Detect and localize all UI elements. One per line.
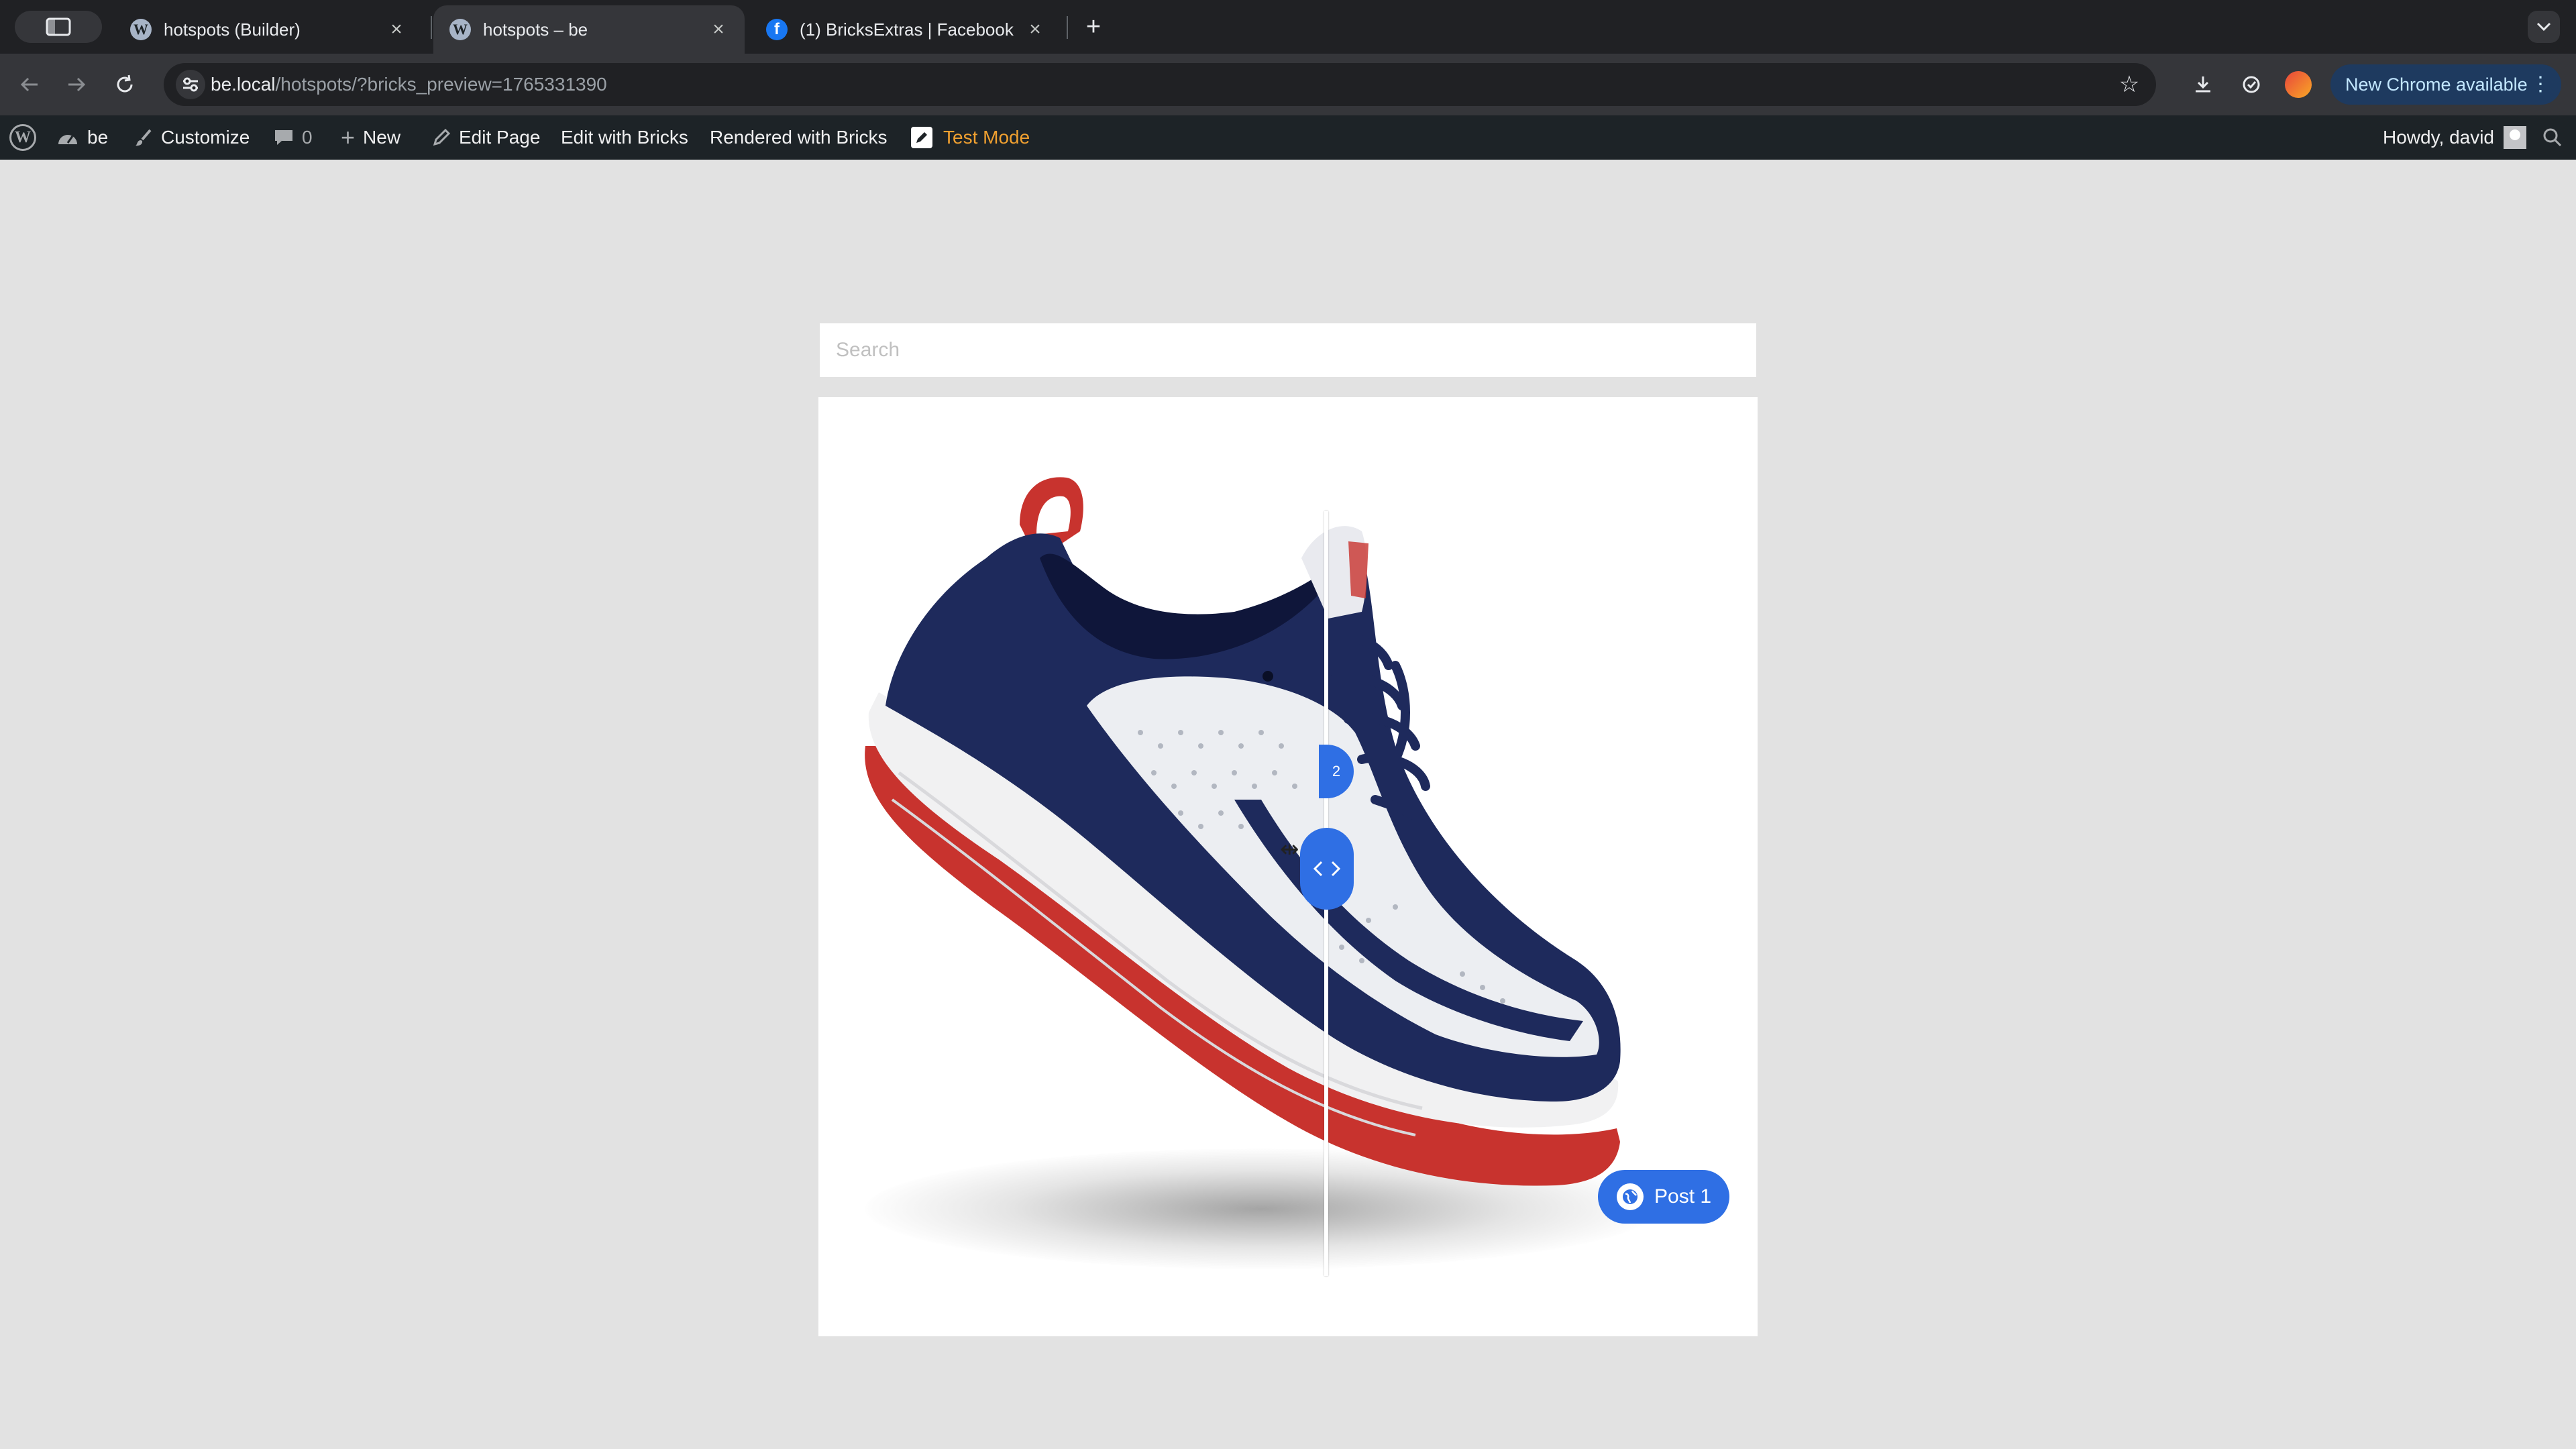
tab-title: (1) BricksExtras | Facebook	[800, 19, 1014, 40]
wordpress-icon: W	[130, 19, 152, 40]
rendered-with-bricks-label: Rendered with Bricks	[710, 127, 888, 148]
plus-icon: +	[341, 123, 356, 151]
close-icon[interactable]: ×	[386, 19, 407, 40]
tab-groups-button[interactable]	[15, 11, 102, 43]
browser-tab-strip: W hotspots (Builder) × W hotspots – be ×…	[0, 0, 2576, 54]
update-label: New Chrome available	[2345, 74, 2528, 95]
site-name-label: be	[87, 127, 109, 148]
my-account-menu[interactable]: Howdy, david	[2383, 115, 2527, 160]
tab-hotspots-builder[interactable]: W hotspots (Builder) ×	[114, 5, 423, 54]
window-icon	[46, 17, 71, 36]
hotspot-post-1-button[interactable]: Post 1	[1598, 1170, 1729, 1224]
close-icon[interactable]: ×	[1025, 19, 1045, 40]
reload-icon	[117, 74, 133, 93]
edit-with-bricks-link[interactable]: Edit with Bricks	[561, 115, 688, 160]
wp-admin-bar: W be Customize 0 + New Edit Page Edit wi…	[0, 115, 2576, 160]
kebab-menu-icon[interactable]: ⋮	[2530, 64, 2551, 105]
comparison-drag-handle[interactable]	[1300, 828, 1354, 910]
new-chrome-available-button[interactable]: New Chrome available ⋮	[2330, 64, 2561, 105]
customize-label: Customize	[161, 127, 250, 148]
browser-toolbar: be.local/hotspots/?bricks_preview=176533…	[0, 54, 2576, 115]
page-viewport: 2 ⇹ Post 1	[0, 160, 2576, 1449]
close-icon[interactable]: ×	[708, 19, 729, 40]
shield-icon	[2243, 76, 2260, 93]
tab-separator	[431, 16, 432, 39]
arrow-left-icon	[20, 77, 38, 92]
site-name-menu[interactable]: be	[56, 115, 108, 160]
tab-hotspots-be[interactable]: W hotspots – be ×	[433, 5, 745, 54]
new-content-menu[interactable]: + New	[341, 115, 400, 160]
site-info-button[interactable]	[176, 70, 205, 99]
globe-icon	[1617, 1183, 1644, 1210]
comments-count: 0	[302, 127, 313, 148]
avatar	[2504, 126, 2527, 149]
new-tab-button[interactable]: +	[1079, 12, 1108, 42]
profile-avatar[interactable]	[2285, 71, 2312, 98]
arrow-right-icon	[68, 77, 86, 92]
search-icon	[2543, 128, 2562, 147]
chevron-right-icon	[1331, 861, 1341, 877]
edit-with-bricks-label: Edit with Bricks	[561, 127, 688, 148]
wp-logo-menu[interactable]: W	[9, 115, 36, 160]
bookmark-star-icon[interactable]: ☆	[2114, 70, 2144, 99]
pencil-icon	[432, 128, 451, 147]
comment-icon	[274, 128, 294, 147]
admin-search-button[interactable]	[2542, 115, 2563, 160]
tab-bricksextras-facebook[interactable]: f (1) BricksExtras | Facebook ×	[750, 5, 1061, 54]
downloads-button[interactable]	[2188, 70, 2218, 99]
edit-page-link[interactable]: Edit Page	[432, 115, 540, 160]
url-host: be.local	[211, 74, 276, 95]
tune-icon	[183, 77, 198, 92]
customize-link[interactable]: Customize	[134, 115, 250, 160]
facebook-icon: f	[766, 19, 788, 40]
wordpress-icon: W	[449, 19, 471, 40]
address-bar[interactable]: be.local/hotspots/?bricks_preview=176533…	[164, 63, 2156, 106]
comments-link[interactable]: 0	[274, 115, 313, 160]
back-button[interactable]	[13, 68, 46, 101]
resize-cursor-icon: ⇹	[1280, 837, 1299, 862]
hotspot-label: Post 1	[1654, 1185, 1712, 1208]
tab-title: hotspots – be	[483, 19, 588, 40]
tab-list-button[interactable]	[2528, 11, 2560, 43]
chevron-left-icon	[1313, 861, 1323, 877]
brush-icon	[134, 128, 153, 147]
edit-page-label: Edit Page	[459, 127, 541, 148]
forward-button[interactable]	[60, 68, 93, 101]
search-input[interactable]	[820, 323, 1756, 377]
test-mode-icon	[911, 127, 932, 148]
reload-button[interactable]	[109, 68, 141, 101]
extensions-button[interactable]	[2237, 70, 2266, 99]
rendered-with-bricks-item[interactable]: Rendered with Bricks	[710, 115, 888, 160]
download-icon	[2196, 76, 2210, 93]
chevron-down-icon	[2536, 22, 2551, 32]
test-mode-label: Test Mode	[943, 127, 1030, 148]
dashboard-icon	[56, 128, 79, 147]
tab-title: hotspots (Builder)	[164, 19, 301, 40]
test-mode-item[interactable]: Test Mode	[911, 115, 1030, 160]
url-path: /hotspots/?bricks_preview=1765331390	[275, 74, 607, 95]
tab-separator	[1067, 16, 1068, 39]
url-text[interactable]: be.local/hotspots/?bricks_preview=176533…	[211, 63, 607, 106]
new-label: New	[363, 127, 401, 148]
howdy-label: Howdy, david	[2383, 127, 2495, 148]
wordpress-icon: W	[9, 124, 36, 151]
